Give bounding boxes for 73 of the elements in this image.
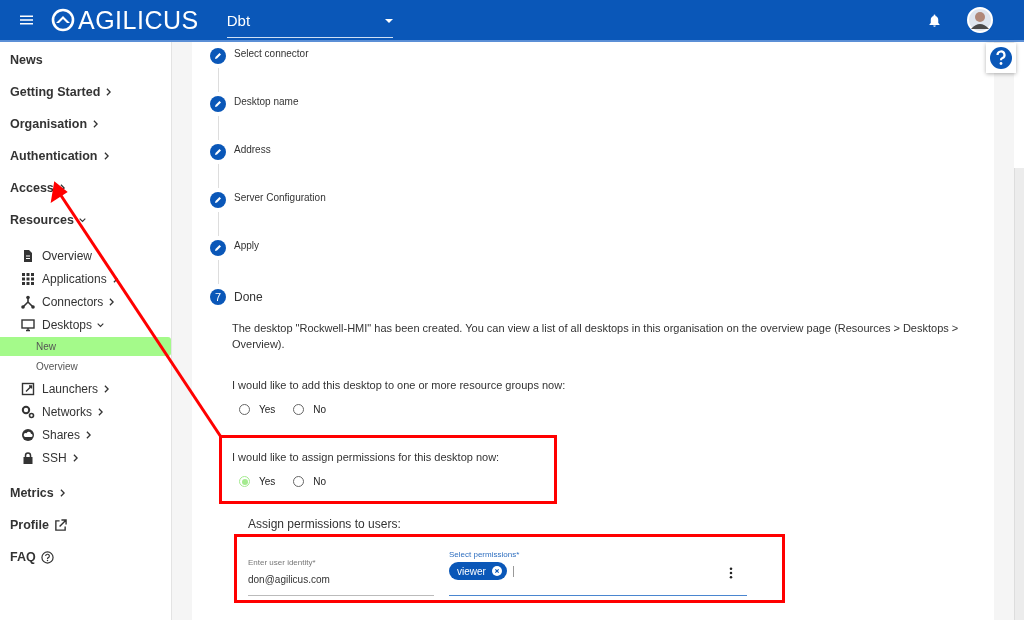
connector-icon <box>21 294 35 309</box>
help-icon <box>40 550 54 564</box>
logo-text: AGILICUS <box>78 5 199 35</box>
nav-item[interactable]: Launchers <box>0 377 171 400</box>
chevron-right-icon <box>58 489 66 497</box>
help-button[interactable] <box>986 43 1016 73</box>
nav-item[interactable]: New <box>0 337 171 356</box>
external-link-icon <box>53 518 67 532</box>
nav-item[interactable]: SSH <box>0 446 171 469</box>
permission-chip[interactable]: viewer <box>449 562 507 580</box>
radio-option[interactable]: Yes <box>239 404 276 415</box>
nav-item[interactable]: Authentication <box>0 140 171 172</box>
radio-option[interactable]: Yes <box>239 476 276 487</box>
question-text: I would like to add this desktop to one or more resource groups now: <box>232 379 567 391</box>
nav-item[interactable]: Organisation <box>0 108 171 140</box>
success-message: The desktop "Rockwell-HMI" has been created. You can view a list of all desktops in this organisation on the overview page (Resources > Desktops > Overview). <box>232 321 960 352</box>
chevron-down-icon <box>97 320 105 329</box>
nav-item[interactable]: Desktops <box>0 313 171 336</box>
edit-step-icon <box>210 48 226 64</box>
edit-step-icon <box>210 192 226 208</box>
nav-item[interactable]: FAQ <box>0 541 171 573</box>
document-icon <box>21 248 35 263</box>
radio-option[interactable]: No <box>293 404 327 415</box>
chevron-right-icon <box>108 297 116 306</box>
nav-item[interactable]: Resources <box>0 204 171 236</box>
gears-icon <box>21 404 35 419</box>
nav-item[interactable]: Metrics <box>0 477 171 509</box>
chevron-right-icon <box>92 120 100 128</box>
chevron-right-icon <box>97 407 104 416</box>
step-number: 7 <box>210 289 226 305</box>
step-label: Apply <box>234 239 259 251</box>
step-label: Select connector <box>234 47 309 59</box>
step-label: Server Configuration <box>234 191 326 203</box>
more-options-icon[interactable] <box>729 567 733 579</box>
chevron-down-icon <box>78 216 86 224</box>
chevron-right-icon <box>71 453 79 462</box>
radio-option[interactable]: No <box>293 476 327 487</box>
nav-item[interactable]: Overview <box>0 357 171 376</box>
chevron-right-icon <box>85 430 93 439</box>
nav-item[interactable]: Shares <box>0 423 171 446</box>
cloud-icon <box>21 427 35 442</box>
logo-icon <box>51 8 75 32</box>
nav-item[interactable]: News <box>0 44 171 76</box>
scrollbar[interactable] <box>1014 168 1024 620</box>
section-title: Assign permissions to users: <box>248 517 402 531</box>
step-label: Done <box>234 290 263 304</box>
remove-icon[interactable] <box>491 566 502 576</box>
step-label: Address <box>234 143 271 155</box>
chevron-right-icon <box>105 88 113 96</box>
launch-icon <box>21 381 35 396</box>
nav-item[interactable]: Profile <box>0 509 171 541</box>
avatar[interactable] <box>966 6 994 34</box>
dropdown-caret-icon <box>384 18 393 23</box>
organisation-select[interactable]: Dbt <box>226 2 393 38</box>
chevron-right-icon <box>102 152 110 160</box>
bell-icon[interactable] <box>927 12 942 28</box>
chevron-right-icon <box>103 384 111 393</box>
nav-item[interactable]: Connectors <box>0 290 171 313</box>
nav-item[interactable]: Networks <box>0 400 171 423</box>
edit-step-icon <box>210 240 226 256</box>
nav-item[interactable]: Applications <box>0 267 171 290</box>
edit-step-icon <box>210 144 226 160</box>
nav-item[interactable]: Getting Started <box>0 76 171 108</box>
question-text: I would like to assign permissions for this desktop now: <box>232 451 501 463</box>
edit-step-icon <box>210 96 226 112</box>
nav-item[interactable]: Overview <box>0 244 171 267</box>
step-label: Desktop name <box>234 95 299 107</box>
menu-icon[interactable] <box>20 15 33 25</box>
grid-icon <box>21 271 35 286</box>
lock-icon <box>21 450 35 465</box>
monitor-icon <box>21 317 35 332</box>
permissions-field[interactable]: Select permissions* viewer <box>449 550 747 596</box>
user-identity-field[interactable]: Enter user identity* don@agilicus.com <box>248 550 434 596</box>
